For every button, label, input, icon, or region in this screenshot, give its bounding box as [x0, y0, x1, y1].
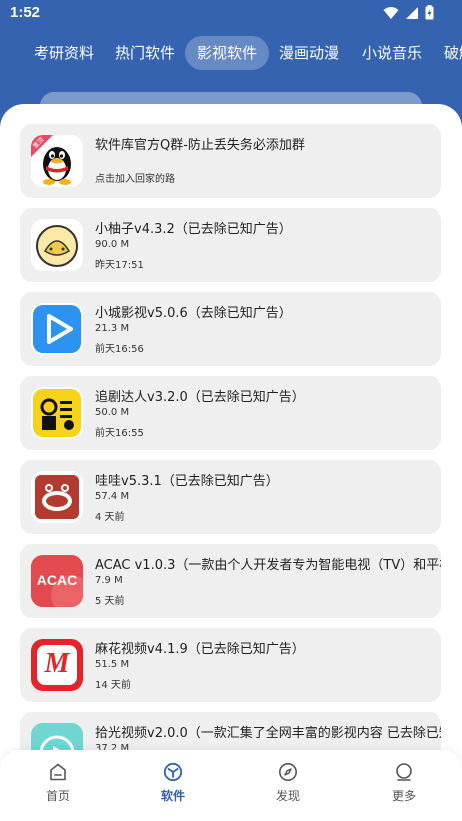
- tab-video-software[interactable]: 影视软件: [185, 36, 270, 70]
- qq-icon: 置顶: [31, 135, 83, 187]
- tab-crack[interactable]: 破解: [432, 36, 462, 70]
- app-date: 4 天前: [95, 512, 125, 523]
- app-name: 小柚子v4.3.2（已去除已知广告）: [95, 222, 292, 237]
- nav-discover[interactable]: 发现: [248, 762, 328, 804]
- pinned-card[interactable]: 置顶 软件库官方Q群-防止丢失务必添加群 点击加入回家的路: [20, 124, 441, 198]
- app-name: 小城影视v5.0.6（去除已知广告）: [95, 306, 292, 321]
- app-date: 14 天前: [95, 680, 131, 691]
- signal-icon: [406, 6, 418, 19]
- compass-icon: [279, 763, 297, 781]
- app-name: 哇哇v5.3.1（已去除已知广告）: [95, 474, 279, 489]
- app-date: 前天16:56: [95, 344, 144, 355]
- category-tabs: 考研资料 热门软件 影视软件 漫画动漫 小说音乐 破解: [0, 34, 462, 74]
- app-card[interactable]: 哇哇v5.3.1（已去除已知广告） 57.4 M 4 天前: [20, 460, 441, 534]
- nav-more-label: 更多: [391, 789, 416, 803]
- tab-novel-music[interactable]: 小说音乐: [350, 36, 434, 70]
- app-date: 前天16:55: [95, 428, 144, 439]
- battery-icon: [425, 5, 434, 20]
- nav-more[interactable]: 更多: [364, 762, 444, 804]
- nav-software-label: 软件: [160, 789, 185, 803]
- grapefruit-icon: [31, 219, 83, 271]
- app-card[interactable]: ACAC ACAC v1.0.3（一款由个人开发者专为智能电视（TV）和平板电脑…: [20, 544, 441, 618]
- tab-hot-software[interactable]: 热门软件: [103, 36, 187, 70]
- status-bar: 1:52: [0, 0, 462, 28]
- app-size: 51.5 M: [95, 659, 130, 670]
- tab-kaoyan[interactable]: 考研资料: [22, 36, 106, 70]
- mahua-icon: M: [31, 639, 83, 691]
- pinned-title: 软件库官方Q群-防止丢失务必添加群: [95, 138, 305, 153]
- app-card[interactable]: M 麻花视频v4.1.9（已去除已知广告） 51.5 M 14 天前: [20, 628, 441, 702]
- app-size: 90.0 M: [95, 239, 130, 250]
- app-list: 置顶 软件库官方Q群-防止丢失务必添加群 点击加入回家的路 小柚子v4.3.2（…: [20, 124, 441, 796]
- app-card[interactable]: 小城影视v5.0.6（去除已知广告） 21.3 M 前天16:56: [20, 292, 441, 366]
- nav-home-label: 首页: [45, 789, 70, 803]
- app-size: 57.4 M: [95, 491, 130, 502]
- app-name: 拾光视频v2.0.0（一款汇集了全网丰富的影视内容 已去除已知广告: [95, 726, 441, 741]
- acac-icon-text: ACAC: [36, 572, 78, 588]
- wifi-icon: [383, 6, 399, 19]
- app-name: 麻花视频v4.1.9（已去除已知广告）: [95, 642, 305, 657]
- drama-icon: [31, 387, 83, 439]
- more-icon: [396, 763, 412, 781]
- app-name: 追剧达人v3.2.0（已去除已知广告）: [95, 390, 305, 405]
- wawa-icon: [31, 471, 83, 523]
- bottom-nav: 首页 软件 发现 更多: [0, 750, 462, 821]
- tab-comics[interactable]: 漫画动漫: [267, 36, 351, 70]
- nav-software[interactable]: 软件: [133, 762, 213, 804]
- app-size: 21.3 M: [95, 323, 130, 334]
- app-card[interactable]: 小柚子v4.3.2（已去除已知广告） 90.0 M 昨天17:51: [20, 208, 441, 282]
- home-icon: [50, 763, 66, 781]
- play-icon: [31, 303, 83, 355]
- status-time: 1:52: [10, 4, 41, 21]
- pinned-desc: 点击加入回家的路: [95, 174, 175, 185]
- box-icon: [163, 762, 183, 782]
- status-icons: [383, 5, 434, 20]
- mahua-icon-text: M: [44, 648, 70, 679]
- app-card[interactable]: 追剧达人v3.2.0（已去除已知广告） 50.0 M 前天16:55: [20, 376, 441, 450]
- nav-discover-label: 发现: [275, 789, 300, 803]
- app-date: 5 天前: [95, 596, 125, 607]
- content-sheet: 置顶 软件库官方Q群-防止丢失务必添加群 点击加入回家的路 小柚子v4.3.2（…: [0, 104, 462, 821]
- app-date: 昨天17:51: [95, 260, 144, 271]
- acac-icon: ACAC: [31, 555, 83, 607]
- nav-home[interactable]: 首页: [18, 762, 98, 804]
- app-name: ACAC v1.0.3（一款由个人开发者专为智能电视（TV）和平板电脑: [95, 558, 441, 573]
- app-size: 7.9 M: [95, 575, 123, 586]
- app-size: 50.0 M: [95, 407, 130, 418]
